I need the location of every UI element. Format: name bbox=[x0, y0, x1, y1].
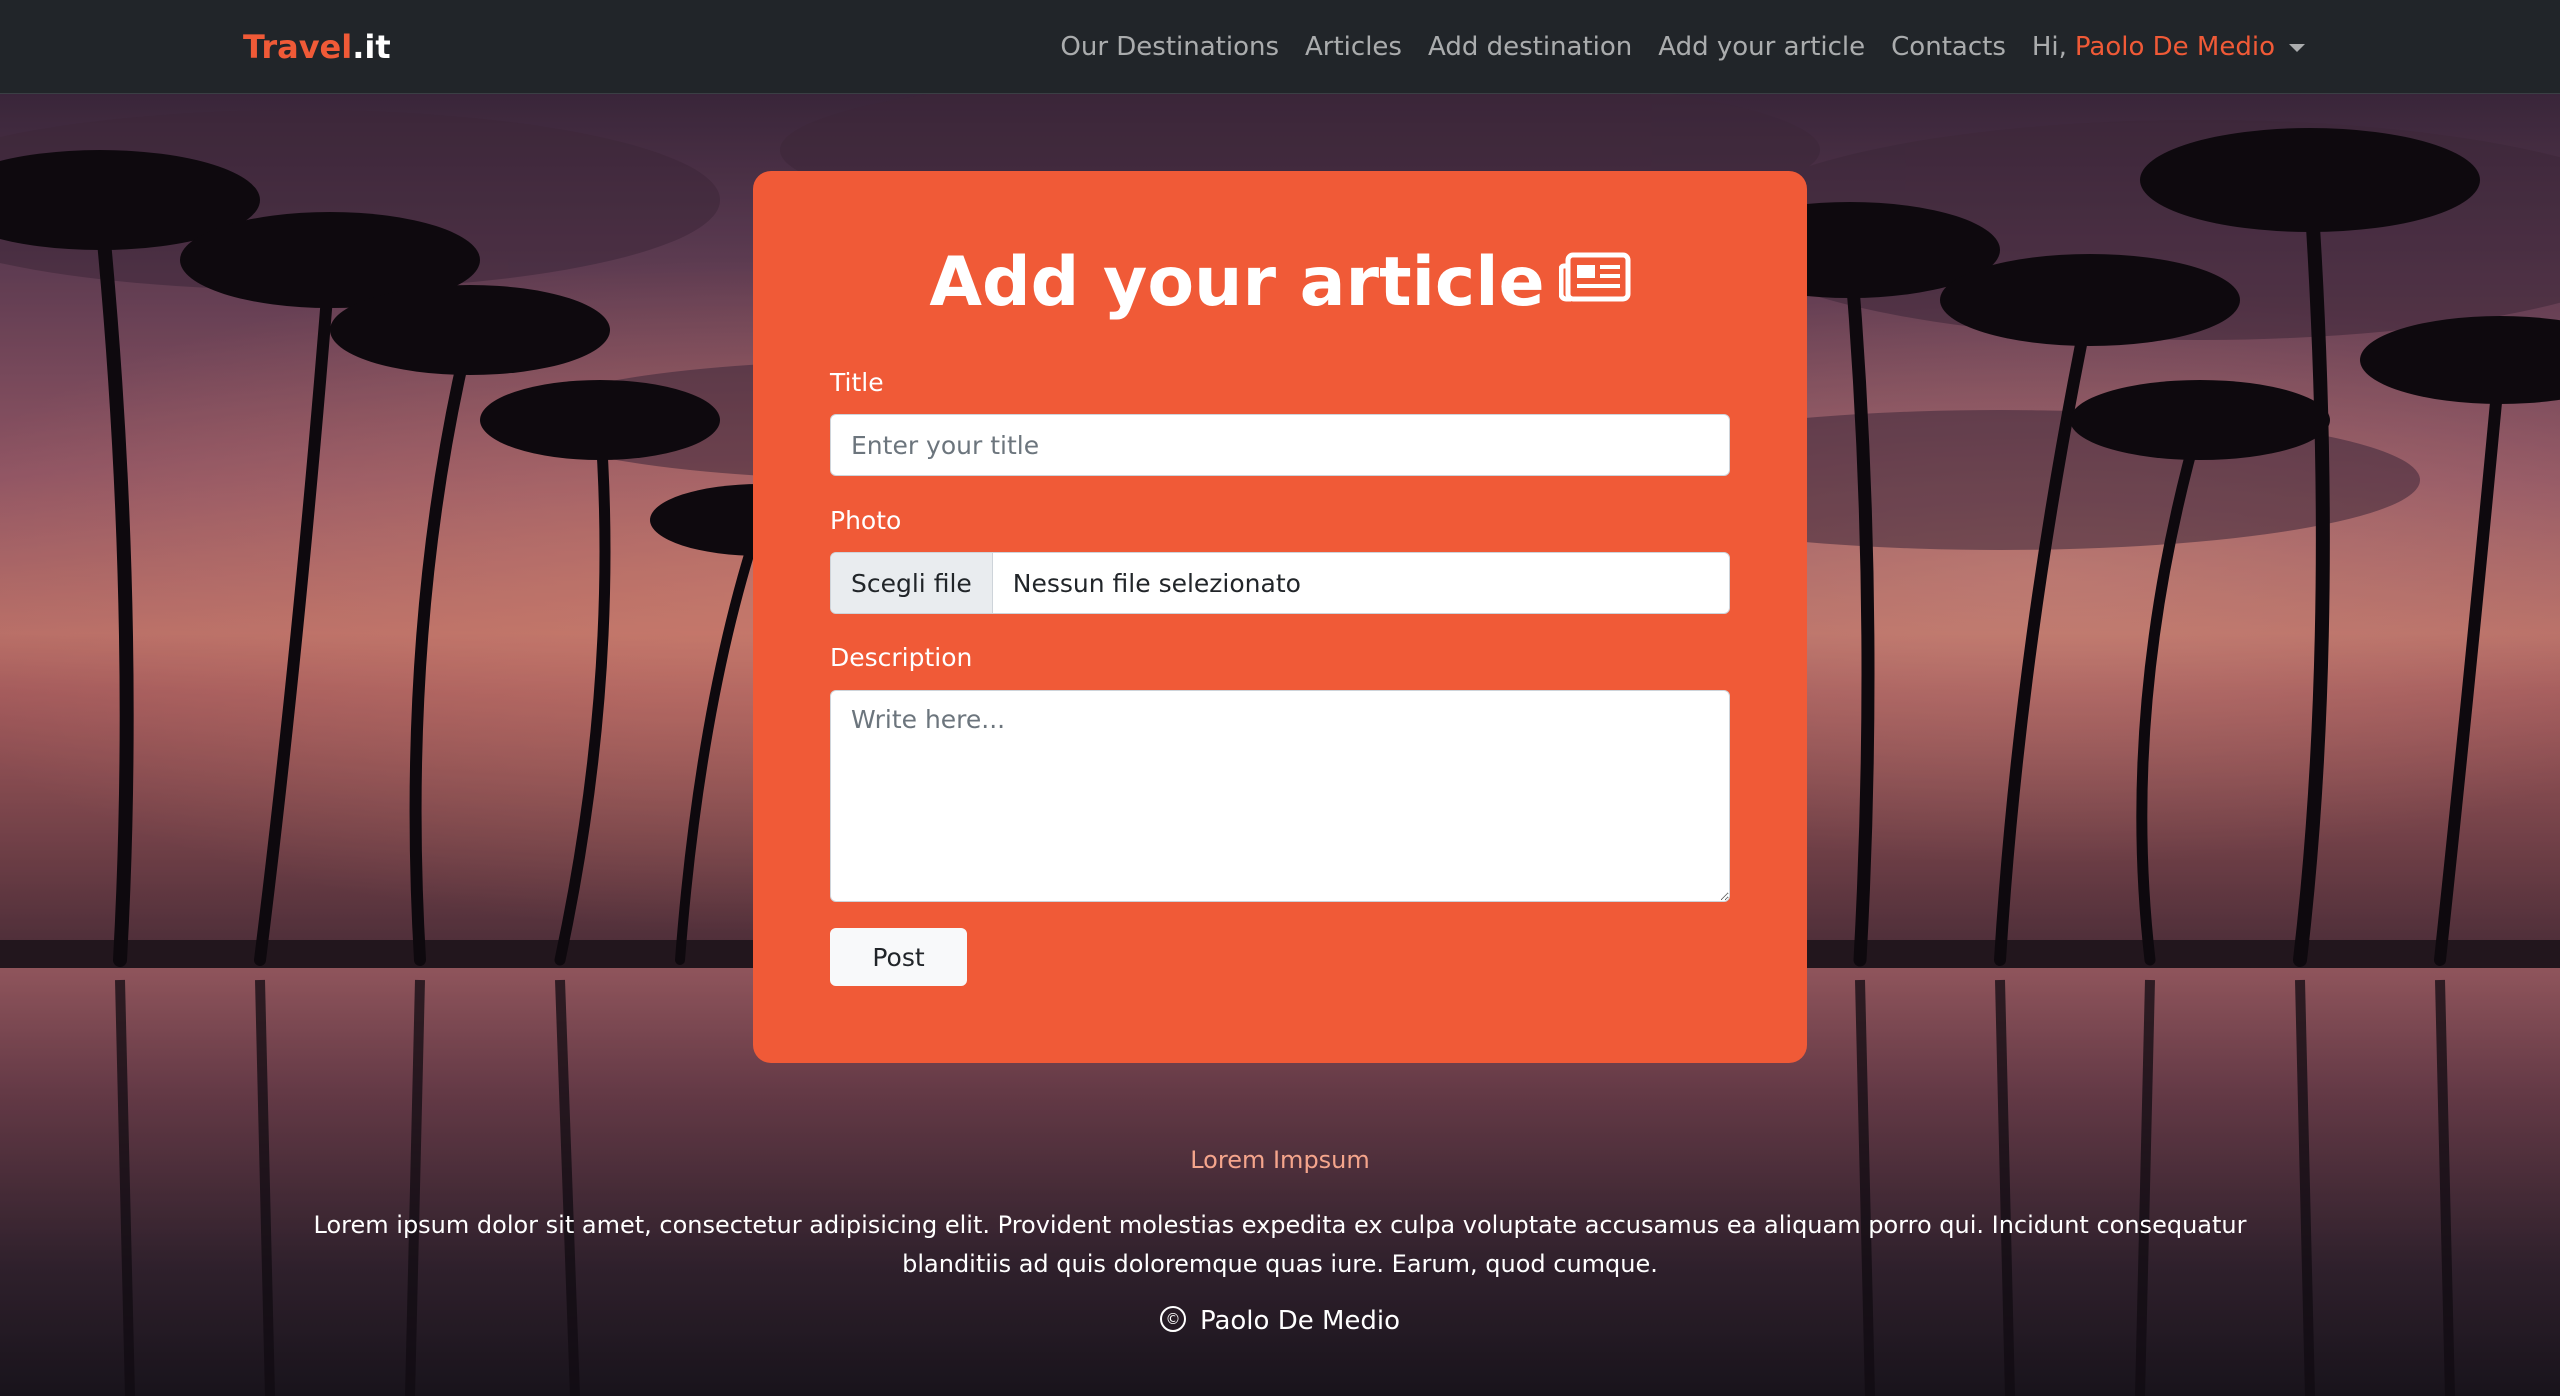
nav-link-articles[interactable]: Articles bbox=[1305, 32, 1402, 62]
footer-title: Lorem Impsum bbox=[1190, 1146, 1370, 1174]
title-input[interactable] bbox=[830, 414, 1730, 476]
navbar: Travel.it Our Destinations Articles Add … bbox=[0, 0, 2560, 94]
copyright-icon: © bbox=[1159, 1305, 1186, 1332]
description-textarea[interactable] bbox=[830, 690, 1730, 902]
nav-link-contacts[interactable]: Contacts bbox=[1891, 32, 2006, 62]
photo-label: Photo bbox=[830, 506, 902, 535]
user-dropdown[interactable]: Hi, Paolo De Medio bbox=[2032, 32, 2305, 62]
description-label: Description bbox=[830, 643, 973, 672]
title-label: Title bbox=[830, 368, 884, 397]
footer-author: Paolo De Medio bbox=[1199, 1306, 1401, 1336]
nav-links: Our Destinations Articles Add destinatio… bbox=[1060, 0, 2305, 94]
page-title-text: Add your article bbox=[929, 243, 1545, 322]
brand-suffix: .it bbox=[352, 28, 391, 66]
footer-text: Lorem ipsum dolor sit amet, consectetur … bbox=[313, 1211, 2247, 1278]
user-greeting: Hi, bbox=[2031, 32, 2067, 62]
page-title: Add your article bbox=[753, 249, 1807, 320]
footer-copyright: © Paolo De Medio bbox=[0, 1305, 2560, 1336]
user-name: Paolo De Medio bbox=[2074, 32, 2275, 62]
post-button[interactable]: Post bbox=[830, 928, 967, 986]
newspaper-icon bbox=[1558, 246, 1631, 314]
nav-link-add-your-article[interactable]: Add your article bbox=[1658, 32, 1865, 62]
chevron-down-icon bbox=[2289, 44, 2305, 52]
nav-link-add-destination[interactable]: Add destination bbox=[1428, 32, 1632, 62]
brand-main: Travel bbox=[243, 28, 353, 66]
choose-file-button[interactable]: Scegli file bbox=[831, 553, 993, 613]
file-status: Nessun file selezionato bbox=[1012, 568, 1301, 598]
nav-link-our-destinations[interactable]: Our Destinations bbox=[1060, 32, 1279, 62]
brand-logo[interactable]: Travel.it bbox=[243, 28, 391, 66]
article-form-card: Add your article Title Photo Scegli file… bbox=[753, 171, 1807, 1063]
photo-file-input[interactable]: Scegli file Nessun file selezionato bbox=[830, 552, 1730, 614]
